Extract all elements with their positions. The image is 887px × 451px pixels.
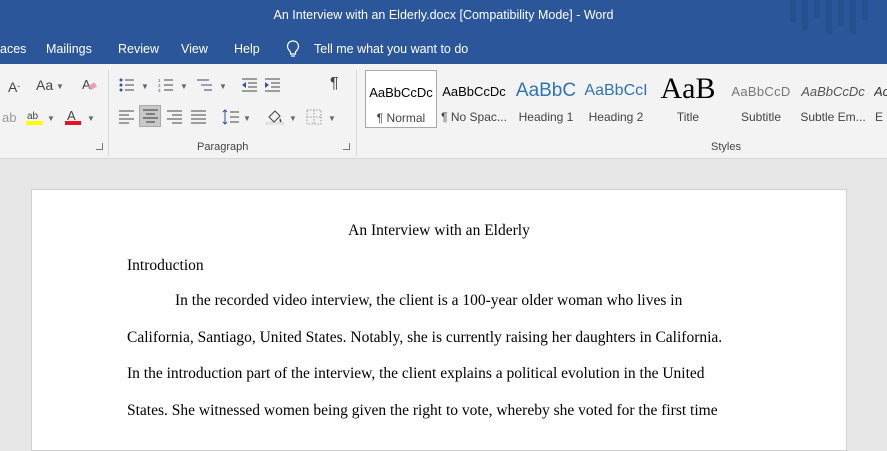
align-left-icon[interactable] — [119, 110, 135, 124]
justify-icon[interactable] — [191, 110, 207, 124]
font-dialog-launcher[interactable] — [96, 143, 103, 150]
bullets-icon[interactable] — [119, 78, 135, 92]
style-sample: AaBbCcI — [584, 82, 648, 99]
ribbon-tabs: aces Mailings Review View Help Tell me w… — [0, 34, 887, 64]
chevron-down-icon[interactable]: ▼ — [289, 114, 297, 123]
chevron-down-icon[interactable]: ▼ — [328, 114, 336, 123]
shrink-font-icon[interactable]: Aˇ — [8, 80, 20, 97]
chevron-down-icon[interactable]: ▼ — [56, 82, 64, 91]
style-subtitle[interactable]: AaBbCcD Subtitle — [727, 70, 795, 128]
chevron-down-icon[interactable]: ▼ — [47, 114, 55, 123]
style-sample: AaBbC — [515, 80, 577, 101]
title-decoration — [814, 0, 820, 18]
style-name: Heading 2 — [588, 110, 644, 124]
style-sample: AaBbCcD — [731, 84, 791, 99]
style-emphasis[interactable]: Ac E — [872, 70, 887, 128]
svg-text:3: 3 — [158, 88, 161, 92]
text-highlight-icon[interactable]: ab — [26, 108, 44, 131]
align-center-icon — [143, 109, 158, 123]
ribbon: Aˇ Aa ▼ A ab ab ▼ A ▼ ▼ 123 ▼ ▼ ¶ ▼ ▼ ▼ … — [0, 64, 887, 159]
justify-button[interactable] — [139, 105, 161, 127]
title-decoration — [790, 0, 796, 22]
styles-group-label: Styles — [711, 141, 741, 153]
strikethrough-icon[interactable]: ab — [2, 111, 16, 125]
paragraph-line: California, Santiago, United States. Not… — [127, 329, 723, 346]
style-heading-1[interactable]: AaBbC Heading 1 — [511, 70, 581, 128]
increase-indent-icon[interactable] — [265, 78, 281, 92]
paragraph-line: States. She witnessed women being given … — [127, 402, 718, 419]
style-sample: AaBbCcDc — [801, 84, 865, 99]
style-subtle-emphasis[interactable]: AaBbCcDc Subtle Em... — [799, 70, 867, 128]
paragraph-dialog-launcher[interactable] — [343, 143, 350, 150]
tab-view[interactable]: View — [181, 42, 208, 56]
chevron-down-icon[interactable]: ▼ — [180, 82, 188, 91]
style-name: Subtitle — [740, 110, 782, 124]
document-title: An Interview with an Elderly — [348, 222, 530, 239]
style-sample: AaBbCcDc — [369, 85, 433, 100]
align-right-icon[interactable] — [167, 110, 183, 124]
title-decoration — [802, 0, 808, 30]
chevron-down-icon[interactable]: ▼ — [243, 114, 251, 123]
tell-me-text: Tell me what you want to do — [314, 42, 469, 56]
borders-icon[interactable] — [306, 109, 322, 125]
lightbulb-icon — [286, 40, 300, 57]
tab-help[interactable]: Help — [234, 42, 260, 56]
font-color-icon[interactable]: A — [65, 108, 81, 131]
chevron-down-icon[interactable]: ▼ — [87, 114, 95, 123]
title-decoration — [862, 0, 868, 20]
paragraph-group-label: Paragraph — [197, 141, 249, 153]
document-canvas[interactable]: An Interview with an Elderly Introductio… — [0, 159, 887, 451]
paragraph-line: In the recorded video interview, the cli… — [175, 292, 683, 309]
style-no-spacing[interactable]: AaBbCcDc ¶ No Spac... — [438, 70, 510, 128]
change-case-button[interactable]: Aa — [36, 78, 53, 92]
group-separator — [356, 70, 357, 156]
chevron-down-icon[interactable]: ▼ — [219, 82, 227, 91]
style-sample: AaBbCcDc — [442, 84, 506, 99]
style-name: Subtle Em... — [800, 110, 866, 124]
window-title: An Interview with an Elderly.docx [Compa… — [273, 8, 614, 22]
style-title[interactable]: AaB Title — [655, 70, 721, 128]
title-bar: An Interview with an Elderly.docx [Compa… — [0, 0, 887, 34]
chevron-down-icon[interactable]: ▼ — [141, 82, 149, 91]
tell-me-box[interactable]: Tell me what you want to do — [284, 39, 484, 59]
style-name: Heading 1 — [518, 110, 574, 124]
style-name: Title — [676, 110, 700, 124]
title-decoration — [850, 0, 856, 34]
title-decoration — [838, 0, 844, 26]
line-spacing-icon[interactable] — [222, 109, 240, 125]
clear-formatting-icon[interactable]: A — [81, 77, 97, 98]
decrease-indent-icon[interactable] — [242, 78, 258, 92]
paragraph-line: In the introduction part of the intervie… — [127, 365, 705, 382]
section-heading: Introduction — [127, 257, 204, 274]
tab-mailings[interactable]: Mailings — [46, 42, 92, 56]
style-name: ¶ Normal — [376, 111, 426, 125]
style-sample: AaB — [660, 72, 716, 105]
numbering-icon[interactable]: 123 — [158, 78, 174, 92]
style-name: E — [875, 110, 884, 124]
style-normal[interactable]: AaBbCcDc ¶ Normal — [365, 70, 437, 128]
group-separator — [108, 70, 109, 156]
shading-icon[interactable] — [266, 109, 284, 125]
svg-text:A: A — [82, 77, 91, 92]
title-decoration — [826, 0, 832, 34]
multilevel-list-icon[interactable] — [197, 78, 213, 92]
tab-references[interactable]: aces — [0, 42, 26, 56]
svg-text:ab: ab — [27, 111, 39, 122]
svg-text:A: A — [67, 108, 76, 123]
style-heading-2[interactable]: AaBbCcI Heading 2 — [583, 70, 649, 128]
document-page[interactable]: An Interview with an Elderly Introductio… — [31, 189, 847, 451]
tab-review[interactable]: Review — [118, 42, 159, 56]
style-name: ¶ No Spac... — [441, 110, 507, 124]
style-sample: Ac — [874, 84, 887, 99]
pilcrow-icon[interactable]: ¶ — [330, 76, 339, 92]
